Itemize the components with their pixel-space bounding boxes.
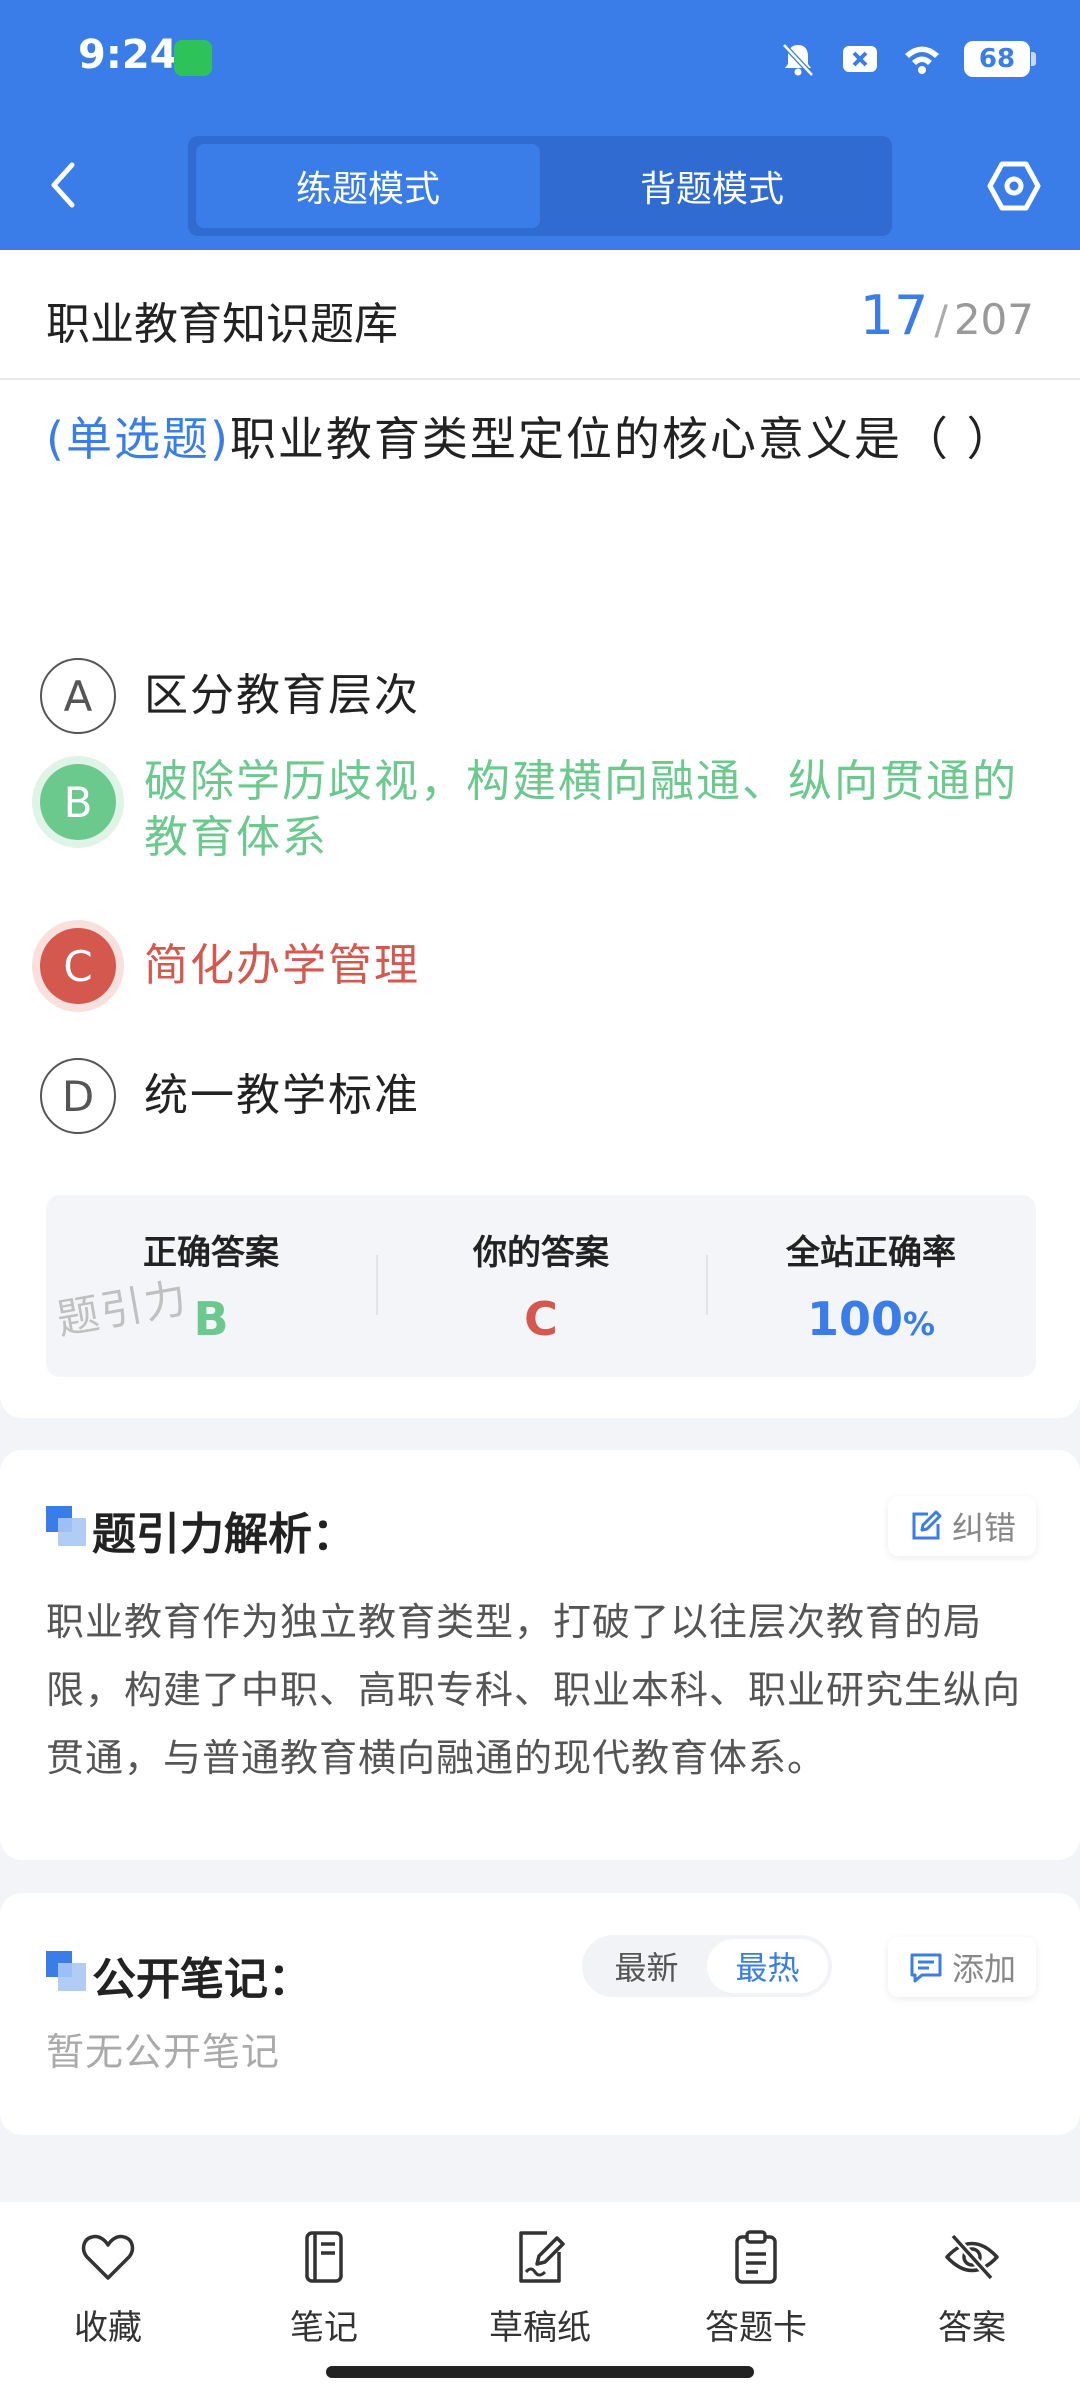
draft-icon bbox=[519, 2231, 565, 2283]
nav-favorite[interactable]: 收藏 bbox=[18, 2228, 198, 2400]
question-text: 职业教育类型定位的核心意义是（ ） bbox=[229, 412, 1015, 466]
accuracy-rate-col: 全站正确率 100% bbox=[706, 1195, 1036, 1377]
public-notes-card: 公开笔记： 最新 最热 添加 暂无公开笔记 bbox=[0, 1893, 1080, 2135]
eye-off-icon bbox=[945, 2233, 999, 2281]
wifi-icon bbox=[905, 46, 939, 74]
report-error-button[interactable]: 纠错 bbox=[887, 1496, 1036, 1556]
section-squares-icon bbox=[46, 1951, 86, 1991]
your-answer-label: 你的答案 bbox=[473, 1233, 609, 1273]
analysis-title: 题引力解析： bbox=[92, 1509, 356, 1560]
tab-memorize-mode[interactable]: 背题模式 bbox=[540, 144, 884, 228]
wechat-notification-icon bbox=[174, 40, 212, 76]
option-text: 统一教学标准 bbox=[144, 1070, 420, 1121]
option-text: 简化办学管理 bbox=[144, 940, 420, 991]
option-a[interactable]: A 区分教育层次 bbox=[40, 658, 1040, 734]
nav-notes-label: 笔记 bbox=[290, 2308, 358, 2348]
current-question-number: 17 bbox=[859, 284, 929, 347]
clipboard-icon bbox=[735, 2230, 777, 2284]
option-text: 区分教育层次 bbox=[144, 670, 420, 721]
status-icons: 68 bbox=[778, 34, 1036, 84]
analysis-text: 职业教育作为独立教育类型，打破了以往层次教育的局限，构建了中职、高职专科、职业本… bbox=[46, 1600, 1022, 1780]
question-card: 职业教育知识题库 17/207 (单选题)职业教育类型定位的核心意义是（ ） A… bbox=[0, 250, 1080, 1418]
back-arrow-icon[interactable] bbox=[40, 155, 84, 215]
add-note-button[interactable]: 添加 bbox=[887, 1937, 1036, 1997]
your-answer-value: C bbox=[524, 1292, 558, 1346]
notes-title: 公开笔记： bbox=[92, 1954, 312, 2005]
bank-title-row: 职业教育知识题库 17/207 bbox=[0, 250, 1080, 380]
status-bar: 9:24 68 bbox=[0, 0, 1080, 118]
status-time: 9:24 bbox=[78, 32, 178, 78]
edit-icon bbox=[912, 1510, 942, 1540]
mode-tabs: 练题模式 背题模式 bbox=[188, 136, 892, 236]
bell-off-icon bbox=[782, 43, 814, 77]
section-squares-icon bbox=[46, 1506, 86, 1546]
question-type: (单选题) bbox=[46, 412, 230, 466]
nav-answer-toggle[interactable]: 答案 bbox=[882, 2228, 1062, 2400]
accuracy-rate-value: 100% bbox=[807, 1292, 935, 1346]
app-header: 9:24 68 练题模式 背题模式 bbox=[0, 0, 1080, 250]
option-d[interactable]: D 统一教学标准 bbox=[40, 1058, 1040, 1134]
total-questions: 207 bbox=[953, 295, 1034, 344]
option-letter: C bbox=[40, 928, 116, 1004]
answer-summary: 正确答案 B 题引力 你的答案 C 全站正确率 100% bbox=[46, 1195, 1036, 1377]
correct-answer-col: 正确答案 B 题引力 bbox=[46, 1195, 376, 1377]
watermark: 题引力 bbox=[53, 1272, 192, 1345]
sort-newest[interactable]: 最新 bbox=[586, 1939, 707, 1993]
home-indicator[interactable] bbox=[326, 2366, 754, 2378]
option-letter: B bbox=[40, 764, 116, 840]
your-answer-col: 你的答案 C bbox=[376, 1195, 706, 1377]
accuracy-rate-label: 全站正确率 bbox=[786, 1233, 956, 1273]
heart-icon bbox=[81, 2234, 135, 2280]
report-error-label: 纠错 bbox=[951, 1509, 1016, 1547]
bank-title: 职业教育知识题库 bbox=[46, 299, 398, 350]
analysis-card: 题引力解析： 纠错 职业教育作为独立教育类型，打破了以往层次教育的局限，构建了中… bbox=[0, 1450, 1080, 1860]
option-b[interactable]: B 破除学历歧视，构建横向融通、纵向贯通的教育体系 bbox=[40, 744, 1040, 866]
correct-answer-value: B bbox=[193, 1292, 229, 1346]
option-c[interactable]: C 简化办学管理 bbox=[40, 928, 1040, 1004]
tab-practice-mode[interactable]: 练题模式 bbox=[196, 144, 540, 228]
no-notes-text: 暂无公开笔记 bbox=[46, 2030, 281, 2074]
nav-favorite-label: 收藏 bbox=[74, 2308, 142, 2348]
question-counter[interactable]: 17/207 bbox=[860, 284, 1034, 347]
comment-icon bbox=[910, 1953, 942, 1983]
nav-answer-sheet-label: 答题卡 bbox=[705, 2308, 807, 2348]
notes-sort-toggle: 最新 最热 bbox=[582, 1935, 832, 1997]
battery-indicator: 68 bbox=[964, 41, 1036, 77]
option-text: 破除学历歧视，构建横向融通、纵向贯通的教育体系 bbox=[144, 756, 1018, 863]
counter-separator: / bbox=[934, 298, 948, 344]
rate-unit: % bbox=[902, 1305, 936, 1343]
rate-number: 100 bbox=[806, 1292, 903, 1346]
option-letter: D bbox=[40, 1058, 116, 1134]
settings-hexagon-icon[interactable] bbox=[986, 158, 1042, 214]
nav-answer-toggle-label: 答案 bbox=[938, 2308, 1006, 2348]
add-note-label: 添加 bbox=[951, 1950, 1016, 1988]
question-stem: (单选题)职业教育类型定位的核心意义是（ ） bbox=[46, 398, 1036, 480]
nav-draft-paper-label: 草稿纸 bbox=[489, 2308, 591, 2348]
option-letter: A bbox=[40, 658, 116, 734]
sort-hottest[interactable]: 最热 bbox=[707, 1939, 828, 1993]
notebook-icon bbox=[305, 2231, 343, 2283]
x-box-icon bbox=[843, 46, 877, 72]
